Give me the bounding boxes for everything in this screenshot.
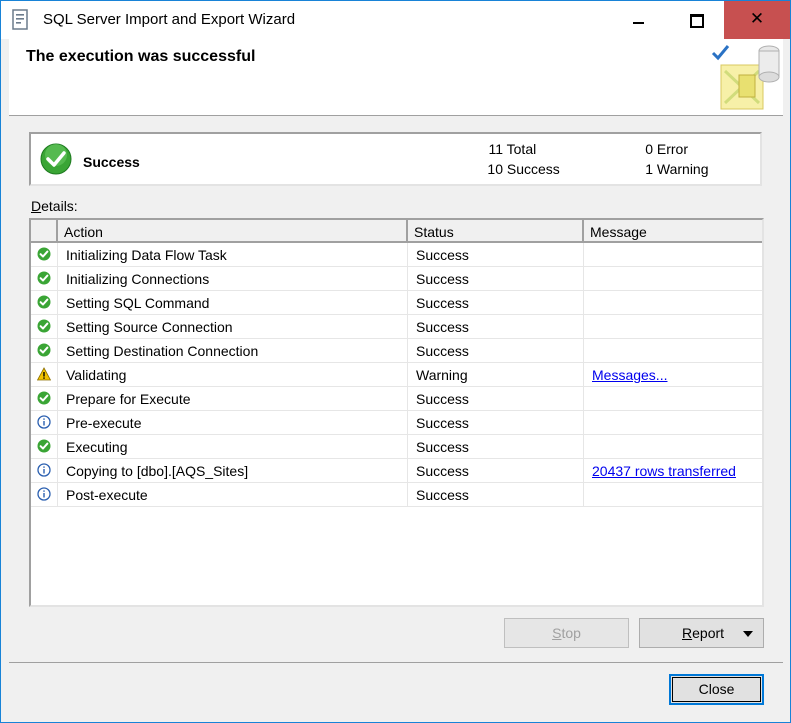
- table-row[interactable]: Prepare for Execute Success: [31, 387, 762, 411]
- success-check-icon: [40, 143, 72, 175]
- table-row[interactable]: Executing Success: [31, 435, 762, 459]
- success-icon: [37, 319, 51, 333]
- cell-status: Success: [408, 459, 584, 483]
- column-header-action[interactable]: Action: [58, 220, 408, 243]
- cell-action: Pre-execute: [58, 411, 408, 435]
- info-icon: [37, 463, 51, 477]
- message-link[interactable]: 20437 rows transferred: [592, 463, 736, 479]
- success-icon: [37, 295, 51, 309]
- summary-status: Success: [83, 154, 140, 170]
- total-count: 11 Total: [488, 141, 537, 157]
- cell-action: Executing: [58, 435, 408, 459]
- table-row[interactable]: Setting Destination Connection Success: [31, 339, 762, 363]
- table-row[interactable]: Pre-execute Success: [31, 411, 762, 435]
- table-row[interactable]: Validating Warning Messages...: [31, 363, 762, 387]
- page-title: The execution was successful: [26, 48, 256, 65]
- cell-action: Initializing Connections: [58, 267, 408, 291]
- cell-action: Setting Destination Connection: [58, 339, 408, 363]
- summary-panel: Success 11 Total 10 Success 0 Error 1 Wa…: [29, 132, 762, 186]
- wizard-banner-icon: [711, 45, 780, 110]
- table-row[interactable]: Initializing Connections Success: [31, 267, 762, 291]
- cell-message: [584, 483, 762, 507]
- maximize-button[interactable]: [667, 1, 724, 39]
- close-window-button[interactable]: ✕: [724, 1, 790, 39]
- table-row[interactable]: Initializing Data Flow Task Success: [31, 243, 762, 267]
- details-label: Details:: [31, 198, 78, 214]
- minimize-button[interactable]: [610, 1, 667, 39]
- cell-status: Success: [408, 291, 584, 315]
- cell-status: Success: [408, 483, 584, 507]
- cell-status: Success: [408, 315, 584, 339]
- success-icon: [37, 439, 51, 453]
- wizard-app-icon: [12, 9, 28, 30]
- cell-status: Success: [408, 243, 584, 267]
- warning-count: 1 Warning: [645, 161, 709, 177]
- cell-message: [584, 435, 762, 459]
- cell-status: Success: [408, 435, 584, 459]
- column-header-message[interactable]: Message: [584, 220, 762, 243]
- cell-message: [584, 387, 762, 411]
- title-bar[interactable]: SQL Server Import and Export Wizard ✕: [1, 1, 790, 39]
- message-link[interactable]: Messages...: [592, 367, 667, 383]
- footer-divider: [9, 662, 783, 663]
- close-button[interactable]: Close: [669, 674, 764, 705]
- cell-message: [584, 411, 762, 435]
- wizard-header: The execution was successful: [9, 39, 783, 116]
- success-icon: [37, 391, 51, 405]
- cell-message: [584, 291, 762, 315]
- table-row[interactable]: Setting SQL Command Success: [31, 291, 762, 315]
- info-icon: [37, 487, 51, 501]
- cell-action: Setting SQL Command: [58, 291, 408, 315]
- success-count: 10 Success: [487, 161, 560, 177]
- cell-message: [584, 267, 762, 291]
- error-count: 0 Error: [645, 141, 689, 157]
- success-icon: [37, 271, 51, 285]
- cell-message: [584, 243, 762, 267]
- column-header-icon: [31, 220, 58, 243]
- warning-icon: [36, 367, 52, 381]
- cell-action: Initializing Data Flow Task: [58, 243, 408, 267]
- cell-status: Warning: [408, 363, 584, 387]
- cell-action: Copying to [dbo].[AQS_Sites]: [58, 459, 408, 483]
- cell-status: Success: [408, 387, 584, 411]
- table-row[interactable]: Copying to [dbo].[AQS_Sites] Success 20437…: [31, 459, 762, 483]
- window-title: SQL Server Import and Export Wizard: [43, 11, 296, 28]
- dropdown-arrow-icon: [743, 631, 753, 637]
- close-icon: ✕: [749, 9, 765, 28]
- success-icon: [37, 247, 51, 261]
- cell-message: [584, 315, 762, 339]
- cell-message: 20437 rows transferred: [584, 459, 762, 483]
- stop-button[interactable]: Stop: [504, 618, 629, 648]
- success-icon: [37, 343, 51, 357]
- cell-action: Prepare for Execute: [58, 387, 408, 411]
- table-row[interactable]: Post-execute Success: [31, 483, 762, 507]
- info-icon: [37, 415, 51, 429]
- grid-header: Action Status Message: [31, 220, 762, 243]
- cell-action: Validating: [58, 363, 408, 387]
- cell-message: Messages...: [584, 363, 762, 387]
- cell-status: Success: [408, 267, 584, 291]
- cell-status: Success: [408, 411, 584, 435]
- cell-action: Setting Source Connection: [58, 315, 408, 339]
- cell-message: [584, 339, 762, 363]
- wizard-window: SQL Server Import and Export Wizard ✕ Th…: [0, 0, 791, 723]
- cell-status: Success: [408, 339, 584, 363]
- table-row[interactable]: Setting Source Connection Success: [31, 315, 762, 339]
- details-grid[interactable]: Action Status Message Initializing Data …: [29, 218, 764, 607]
- cell-action: Post-execute: [58, 483, 408, 507]
- column-header-status[interactable]: Status: [408, 220, 584, 243]
- report-button[interactable]: Report: [639, 618, 764, 648]
